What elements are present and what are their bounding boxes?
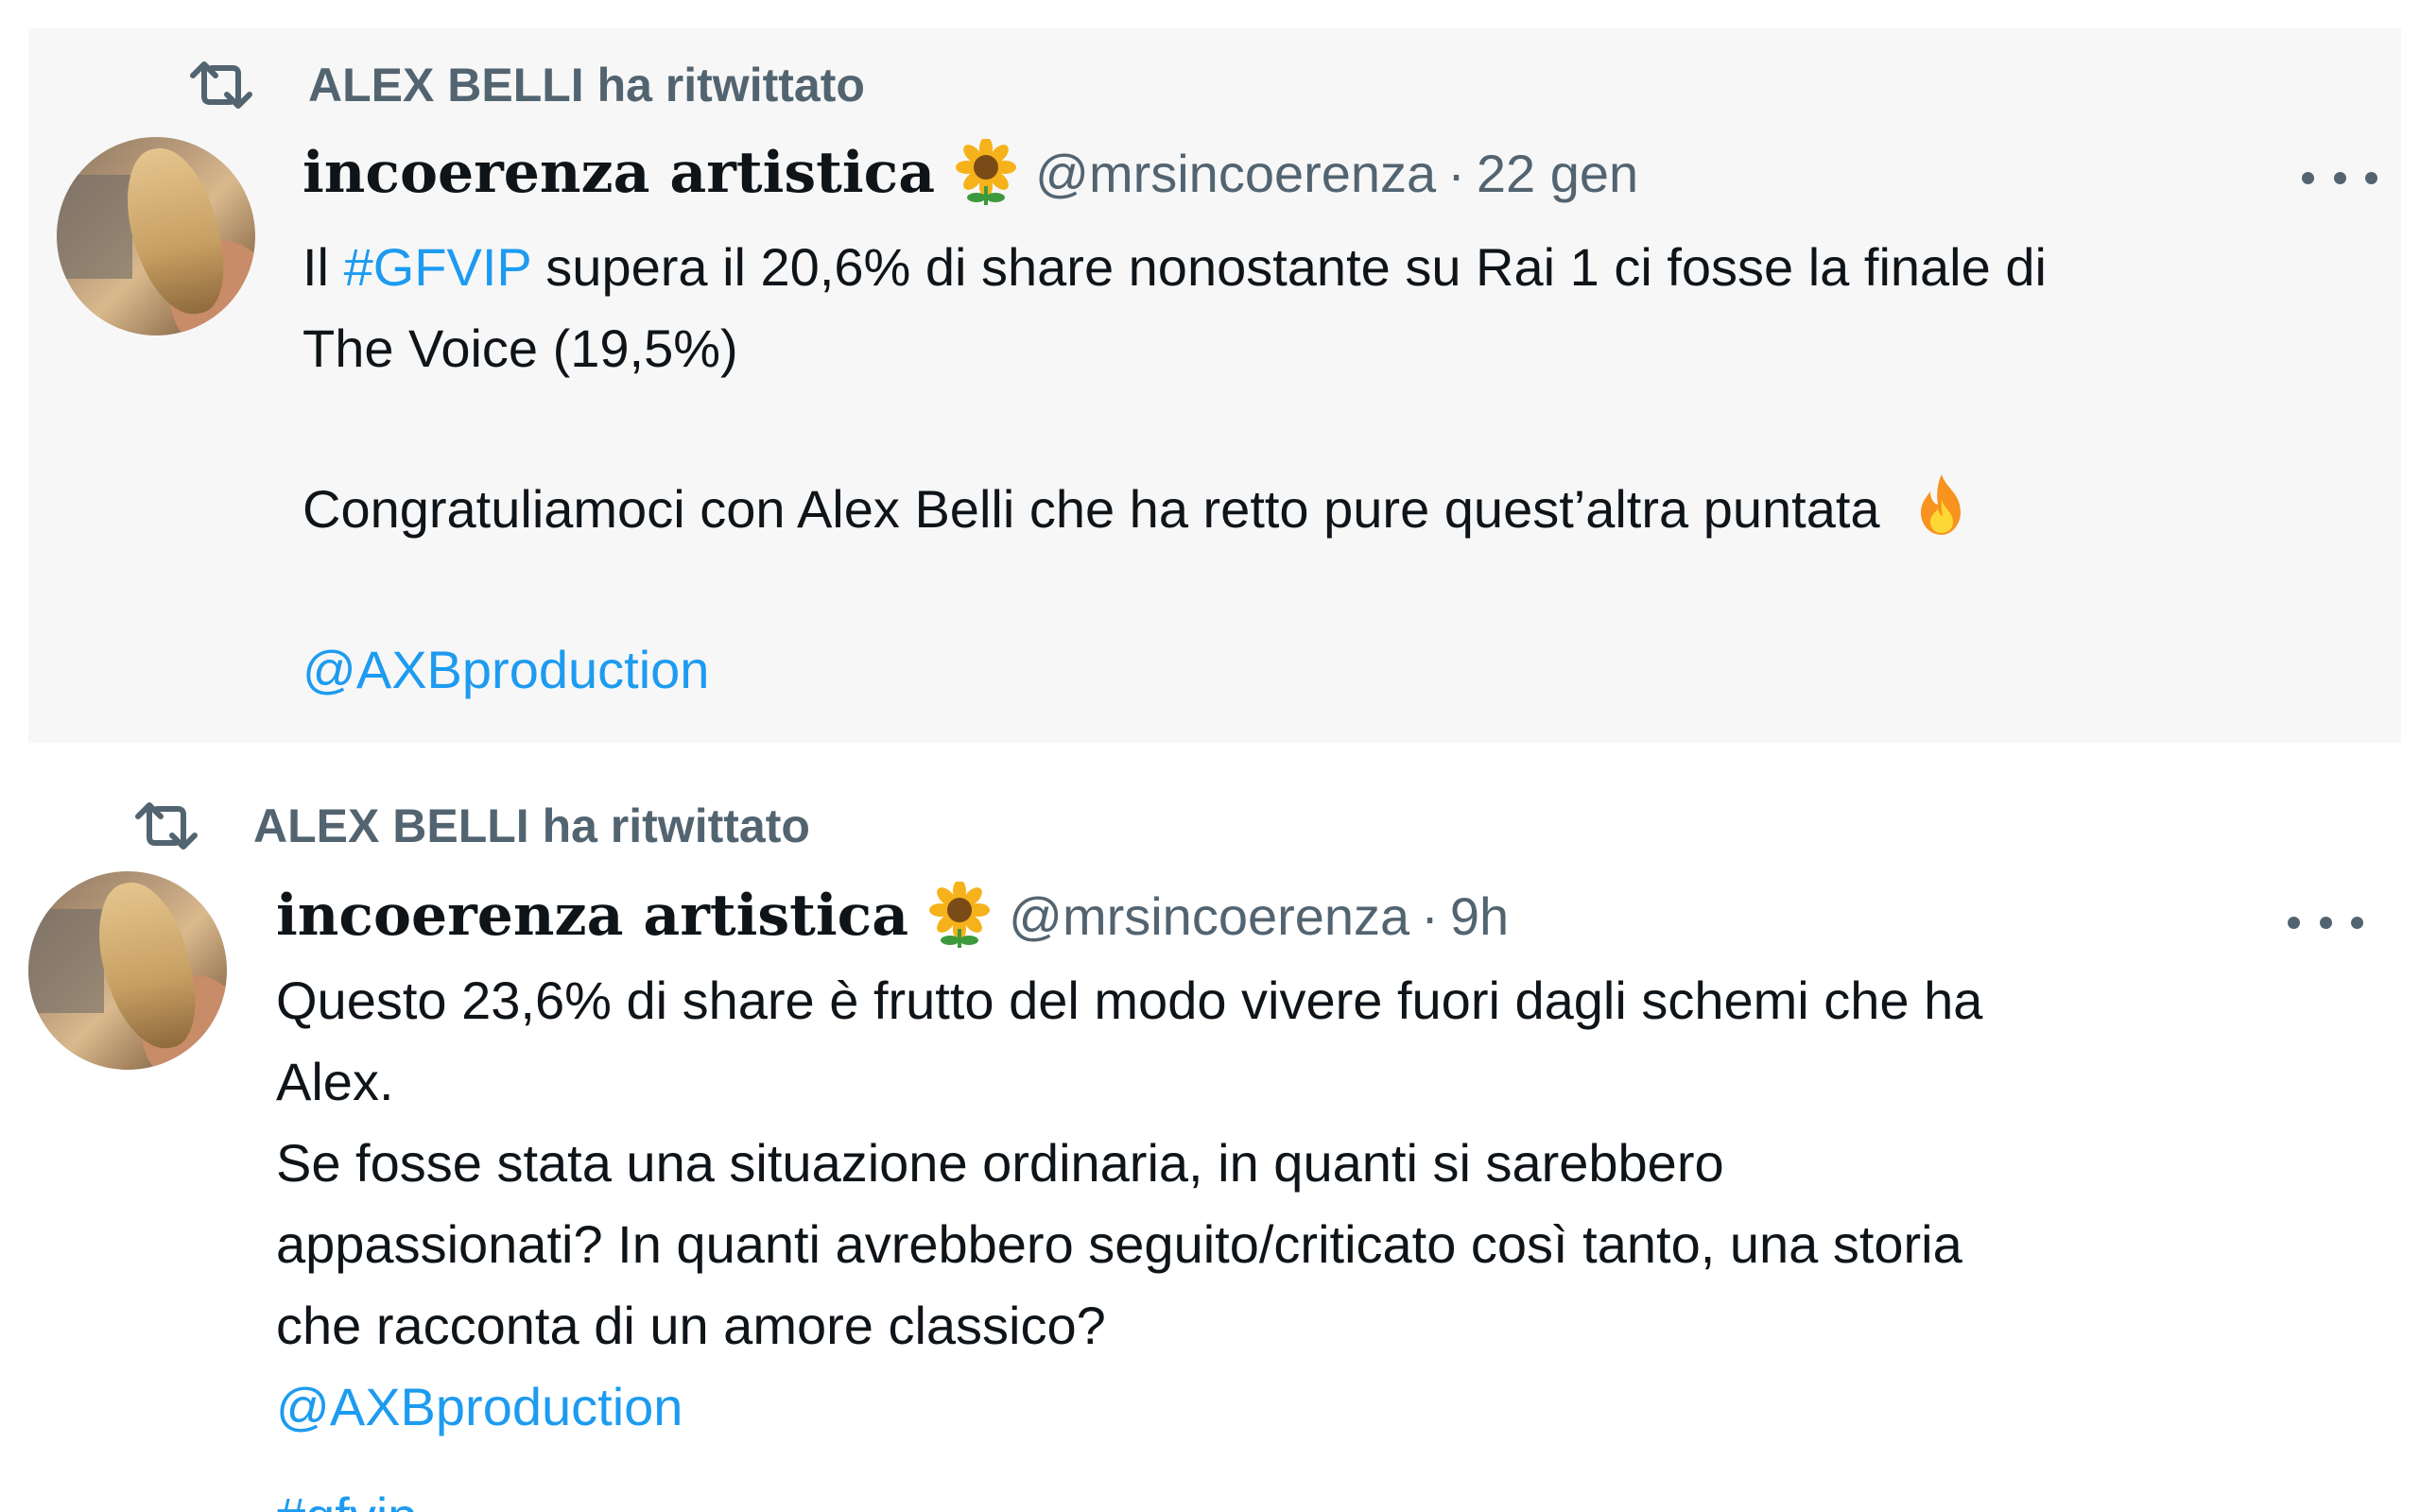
tweet-text-line: appassionati? In quanti avrebbero seguit… (276, 1214, 1962, 1274)
screenshot: ALEX BELLI ha ritwittato incoerenza arti… (0, 0, 2420, 1512)
hashtag-link[interactable]: #GFVIP (344, 237, 531, 297)
hashtag-link[interactable]: #gfvip (276, 1476, 417, 1512)
tweet-text-line: Se fosse stata una situazione ordinaria,… (276, 1133, 1724, 1193)
user-handle[interactable]: @mrsincoerenza (1035, 143, 1436, 204)
display-name[interactable]: incoerenza artistica (276, 883, 908, 949)
tweet-text-line: Il #GFVIP supera il 20,6% di share nonos… (302, 227, 2047, 308)
tweet-text: supera il 20,6% di share nonostante su R… (545, 237, 2047, 297)
retweet-label[interactable]: ALEX BELLI ha ritwittato (308, 58, 865, 112)
more-options-icon[interactable] (2288, 903, 2363, 941)
tweet-text-line: Questo 23,6% di share è frutto del modo … (276, 971, 1983, 1030)
tweet-header: incoerenza artistica (302, 132, 1638, 214)
tweet-header: incoerenza artistica (276, 875, 1509, 956)
tweet-text-line: The Voice (19,5%) (302, 318, 738, 378)
sunflower-icon (929, 882, 991, 948)
tweet-text: Il (302, 237, 329, 297)
fire-icon (1921, 474, 1962, 535)
avatar[interactable] (57, 137, 255, 335)
tweet-time[interactable]: 22 gen (1477, 143, 1638, 204)
retweet-icon (132, 796, 200, 856)
tweet-text: Congratuliamoci con Alex Belli che ha re… (302, 479, 1880, 539)
tweet-text-line: Alex. (276, 1052, 394, 1111)
separator-dot: · (1447, 143, 1465, 203)
tweet-text-line: Congratuliamoci con Alex Belli che ha re… (302, 469, 1976, 550)
tweet-card[interactable]: ALEX BELLI ha ritwittato incoerenza arti… (28, 28, 2401, 743)
retweet-context: ALEX BELLI ha ritwittato (187, 55, 865, 115)
avatar[interactable] (28, 871, 227, 1070)
retweet-label[interactable]: ALEX BELLI ha ritwittato (253, 799, 810, 853)
separator-dot: · (1421, 885, 1439, 946)
tweet-text-line: che racconta di un amore classico? (276, 1296, 1106, 1355)
retweet-context: ALEX BELLI ha ritwittato (132, 796, 810, 856)
display-name[interactable]: incoerenza artistica (302, 140, 935, 206)
tweet-card[interactable]: ALEX BELLI ha ritwittato incoerenza arti… (0, 775, 2420, 1512)
retweet-icon (187, 55, 255, 115)
mention-link[interactable]: @AXBproduction (302, 629, 709, 711)
more-options-icon[interactable] (2302, 159, 2377, 197)
user-handle[interactable]: @mrsincoerenza (1009, 885, 1409, 947)
tweet-time[interactable]: 9h (1450, 885, 1509, 947)
sunflower-icon (956, 139, 1017, 205)
mention-link[interactable]: @AXBproduction (276, 1366, 683, 1448)
